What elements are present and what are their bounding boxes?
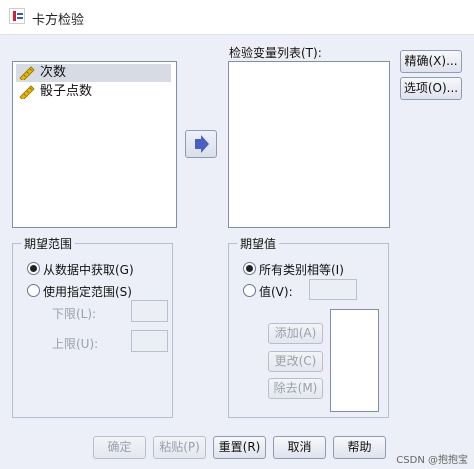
test-variable-list-label: 检验变量列表(T): bbox=[229, 46, 322, 60]
move-to-test-list-button[interactable] bbox=[185, 130, 217, 158]
list-item-cishu[interactable]: 次数 bbox=[16, 64, 171, 82]
from-data-label: 从数据中获取(G) bbox=[43, 263, 134, 277]
paste-button[interactable]: 粘贴(P) bbox=[153, 436, 206, 459]
cancel-button[interactable]: 取消 bbox=[273, 436, 326, 459]
list-item-dice-points[interactable]: 骰子点数 bbox=[16, 83, 171, 101]
from-data-radio[interactable] bbox=[27, 262, 40, 275]
window-title: 卡方检验 bbox=[32, 13, 85, 28]
reset-button[interactable]: 重置(R) bbox=[213, 436, 266, 459]
expected-range-title: 期望范围 bbox=[21, 235, 76, 252]
add-button[interactable]: 添加(A) bbox=[268, 323, 323, 344]
remove-button[interactable]: 除去(M) bbox=[268, 378, 323, 399]
upper-limit-label: 上限(U): bbox=[52, 337, 99, 351]
use-specified-range-label: 使用指定范围(S) bbox=[43, 285, 132, 299]
change-button[interactable]: 更改(C) bbox=[268, 351, 323, 372]
test-variable-list[interactable] bbox=[228, 61, 390, 228]
help-button[interactable]: 帮助 bbox=[333, 436, 386, 459]
expected-values-list[interactable] bbox=[330, 309, 379, 412]
title-bar: 卡方检验 bbox=[0, 0, 474, 35]
expected-values-title: 期望值 bbox=[237, 235, 280, 252]
lower-limit-label: 下限(L): bbox=[52, 307, 97, 321]
use-specified-range-radio[interactable] bbox=[27, 284, 40, 297]
options-button[interactable]: 选项(O)... bbox=[400, 77, 462, 100]
values-radio[interactable] bbox=[243, 284, 256, 297]
scale-ruler-icon bbox=[19, 66, 35, 82]
csdn-watermark: CSDN @抱抱宝 bbox=[396, 455, 468, 466]
values-label: 值(V): bbox=[259, 285, 293, 299]
all-categories-equal-radio[interactable] bbox=[243, 262, 256, 275]
list-item-label: 次数 bbox=[40, 65, 67, 80]
source-variable-list[interactable]: 次数 骰子点数 bbox=[12, 61, 177, 228]
lower-limit-input[interactable] bbox=[131, 300, 168, 322]
upper-limit-input[interactable] bbox=[131, 330, 168, 352]
all-categories-equal-label: 所有类别相等(I) bbox=[259, 263, 344, 277]
right-arrow-icon bbox=[195, 135, 209, 153]
list-item-label: 骰子点数 bbox=[40, 84, 93, 99]
spss-app-icon bbox=[9, 8, 25, 24]
exact-button[interactable]: 精确(X)... bbox=[400, 50, 462, 73]
ok-button[interactable]: 确定 bbox=[93, 436, 146, 459]
scale-ruler-icon bbox=[19, 85, 35, 101]
values-input[interactable] bbox=[309, 279, 357, 300]
